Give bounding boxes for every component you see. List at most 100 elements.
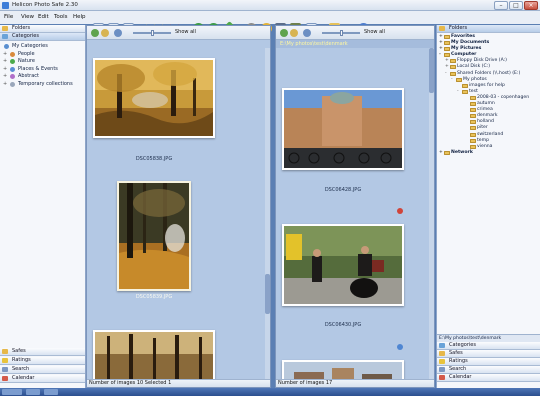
calendar-header[interactable]: Calendar	[437, 374, 540, 382]
safes-header-label: Safes	[12, 348, 26, 354]
categories-icon	[2, 34, 8, 39]
left-panel: Folders Categories My Categories + Peopl…	[0, 25, 86, 388]
thumbnail-image[interactable]	[282, 224, 404, 306]
selected-folder-path: E:\My photos\test\denmark	[437, 334, 540, 342]
tree-item-abstract[interactable]: + Abstract	[0, 73, 85, 81]
menu-file[interactable]: File	[4, 14, 13, 20]
folder-icon	[450, 59, 456, 64]
sort-icon[interactable]	[114, 29, 122, 37]
taskbar-item[interactable]	[26, 389, 40, 395]
ratings-icon	[439, 359, 445, 364]
status-bar: Number of images 17	[276, 379, 434, 387]
expand-icon[interactable]: +	[3, 73, 7, 81]
folder-tree-label: Floppy Disk Drive (A:)	[457, 58, 507, 64]
expand-icon[interactable]: +	[3, 66, 7, 74]
pane-toolbar: Show all	[276, 26, 434, 40]
tree-item-label: Places & Events	[18, 65, 58, 72]
filter-icon[interactable]	[290, 29, 298, 37]
folder-tree-item[interactable]: + Network	[437, 150, 540, 156]
tree-item-nature[interactable]: + Nature	[0, 58, 85, 66]
folder-icon	[444, 41, 450, 46]
folder-icon	[470, 108, 476, 113]
expand-icon[interactable]: +	[3, 51, 7, 59]
categories-tree: My Categories + People + Nature + Places…	[0, 43, 85, 88]
pane-scrollbar[interactable]	[265, 48, 270, 379]
folder-tree-label: Local Disk (C:)	[457, 64, 491, 70]
folder-icon	[456, 77, 462, 82]
folder-tree-label: My photos	[463, 76, 487, 82]
expand-icon[interactable]: +	[439, 150, 443, 156]
ratings-header[interactable]: Ratings	[437, 358, 540, 366]
menu-view[interactable]: View	[21, 14, 34, 20]
thumbnail-pane-right: Show all E:\My photos\test\denmark DSC06…	[275, 25, 435, 388]
thumbnail-image[interactable]	[93, 58, 215, 138]
folder-tree-label: 2008-03 - copenhagen	[477, 94, 530, 100]
folders-header[interactable]: Folders	[437, 25, 540, 33]
abstract-icon	[10, 74, 15, 79]
folder-icon	[470, 102, 476, 107]
maximize-button[interactable]: □	[509, 1, 523, 10]
scrollbar-thumb[interactable]	[429, 48, 434, 93]
search-header[interactable]: Search	[437, 366, 540, 374]
ratings-header-label: Ratings	[12, 357, 31, 363]
refresh-icon[interactable]	[280, 29, 288, 37]
show-all-filter[interactable]: Show all	[364, 29, 385, 35]
folder-icon	[462, 83, 468, 88]
folder-tree-label: switzerland	[477, 131, 504, 137]
window-title: Helicon Photo Safe 2.30	[12, 2, 78, 8]
ratings-header[interactable]: Ratings	[0, 357, 85, 365]
folder-icon	[470, 144, 476, 149]
start-button[interactable]	[2, 389, 22, 395]
tree-item-my-categories[interactable]: My Categories	[0, 43, 85, 51]
sort-icon[interactable]	[303, 29, 311, 37]
tree-item-label: Nature	[18, 58, 35, 64]
taskbar-item[interactable]	[44, 389, 58, 395]
tree-item-temporary-collections[interactable]: + Temporary collections	[0, 81, 85, 89]
tree-item-people[interactable]: + People	[0, 51, 85, 59]
categories-header[interactable]: Categories	[0, 33, 85, 41]
menu-help[interactable]: Help	[73, 14, 86, 20]
show-all-filter[interactable]: Show all	[175, 29, 196, 35]
thumbnail-size-slider[interactable]	[322, 30, 360, 36]
tree-item-places-events[interactable]: + Places & Events	[0, 66, 85, 74]
scrollbar-thumb[interactable]	[265, 274, 270, 314]
folders-header-label: Folders	[12, 25, 31, 31]
calendar-icon	[2, 376, 8, 381]
expand-icon[interactable]: +	[3, 81, 7, 89]
safes-header[interactable]: Safes	[0, 348, 85, 356]
search-header[interactable]: Search	[0, 366, 85, 374]
folder-tree-label: denmark	[477, 113, 498, 119]
expand-icon[interactable]: +	[3, 58, 7, 66]
folder-tree: + Favorites + My Documents + My Pictures - Comp…	[437, 34, 540, 156]
tree-item-label: My Categories	[12, 43, 48, 49]
minimize-button[interactable]: –	[494, 1, 508, 10]
safes-header[interactable]: Safes	[437, 350, 540, 358]
info-icon[interactable]	[397, 344, 403, 350]
menu-tools[interactable]: Tools	[54, 14, 68, 20]
folders-header-label: Folders	[449, 25, 468, 31]
folder-tree-label: My Pictures	[451, 46, 482, 52]
pane-scrollbar[interactable]	[429, 48, 434, 379]
flag-icon[interactable]	[397, 208, 403, 214]
menu-bar: File View Edit Tools Help	[0, 11, 540, 24]
thumbnail-image[interactable]	[282, 88, 404, 170]
filter-icon[interactable]	[101, 29, 109, 37]
close-button[interactable]: ×	[524, 1, 538, 10]
slider-knob[interactable]	[151, 30, 154, 36]
folder-icon	[444, 53, 450, 58]
refresh-icon[interactable]	[91, 29, 99, 37]
street-musicians-photo	[284, 226, 402, 304]
safes-icon	[439, 351, 445, 356]
categories-header[interactable]: Categories	[437, 342, 540, 350]
thumbnail-image-selected[interactable]	[117, 181, 191, 291]
folders-header[interactable]: Folders	[0, 25, 85, 33]
folder-tree-label: piter	[477, 125, 488, 131]
thumbnail-size-slider[interactable]	[133, 30, 171, 36]
calendar-header[interactable]: Calendar	[0, 375, 85, 383]
menu-edit[interactable]: Edit	[38, 14, 49, 20]
folder-icon	[444, 35, 450, 39]
thumbnail-caption-selected: DSC05839.JPG	[135, 294, 173, 300]
folder-tree-label: images for help	[469, 82, 505, 88]
app-icon	[2, 2, 9, 9]
slider-knob[interactable]	[340, 30, 343, 36]
